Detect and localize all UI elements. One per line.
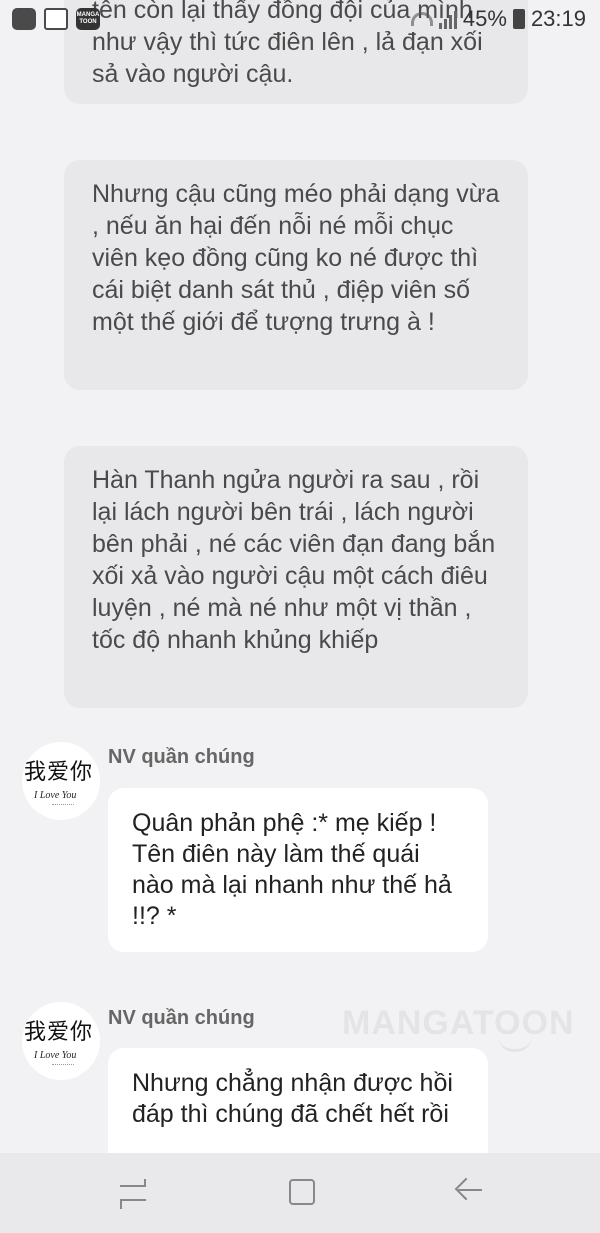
chat-text: Quân phản phệ :* mẹ kiếp ! Tên điên này …: [132, 809, 452, 930]
speaker-name: NV quần chúng: [108, 1007, 255, 1029]
chat-text: Nhưng chẳng nhận được hồi đáp thì chúng …: [132, 1069, 453, 1128]
avatar[interactable]: 我爱你 I Love You: [22, 1002, 100, 1080]
speaker-name: NV quần chúng: [108, 746, 255, 768]
chat-screen: tên còn lại thấy đồng đội của mình như v…: [0, 0, 600, 1233]
back-arrow-icon[interactable]: [450, 1175, 490, 1211]
avatar-text: 我爱你: [24, 1020, 94, 1045]
avatar-text: 我爱你: [24, 760, 94, 785]
narration-text: Hàn Thanh ngửa người ra sau , rồi lại lá…: [92, 466, 496, 654]
battery-icon: [512, 9, 525, 29]
status-bar: MANGA TOON 45% 23:19: [0, 0, 600, 40]
notification-icon: [12, 8, 36, 30]
gallery-icon: [44, 8, 68, 30]
battery-percent: 45%: [462, 6, 507, 31]
avatar-divider: [52, 1064, 74, 1065]
signal-icon: [438, 9, 457, 29]
avatar-subtext: I Love You: [34, 1050, 77, 1061]
avatar-divider: [52, 804, 74, 805]
narration-bubble: Nhưng cậu cũng méo phải dạng vừa , nếu ă…: [64, 160, 528, 390]
mangatoon-app-icon: MANGA TOON: [76, 8, 100, 30]
narration-bubble: Hàn Thanh ngửa người ra sau , rồi lại lá…: [64, 446, 528, 708]
watermark: MANGATOON: [342, 1004, 575, 1042]
wifi-icon: [410, 12, 433, 26]
home-icon[interactable]: [283, 1175, 323, 1211]
recent-apps-icon[interactable]: [114, 1175, 154, 1211]
navigation-bar: [0, 1153, 600, 1233]
avatar[interactable]: 我爱你 I Love You: [22, 742, 100, 820]
clock: 23:19: [530, 6, 586, 31]
watermark-arc: [498, 1036, 532, 1052]
narration-text: Nhưng cậu cũng méo phải dạng vừa , nếu ă…: [92, 180, 500, 336]
chat-bubble: Quân phản phệ :* mẹ kiếp ! Tên điên này …: [108, 788, 488, 952]
avatar-subtext: I Love You: [34, 790, 77, 801]
